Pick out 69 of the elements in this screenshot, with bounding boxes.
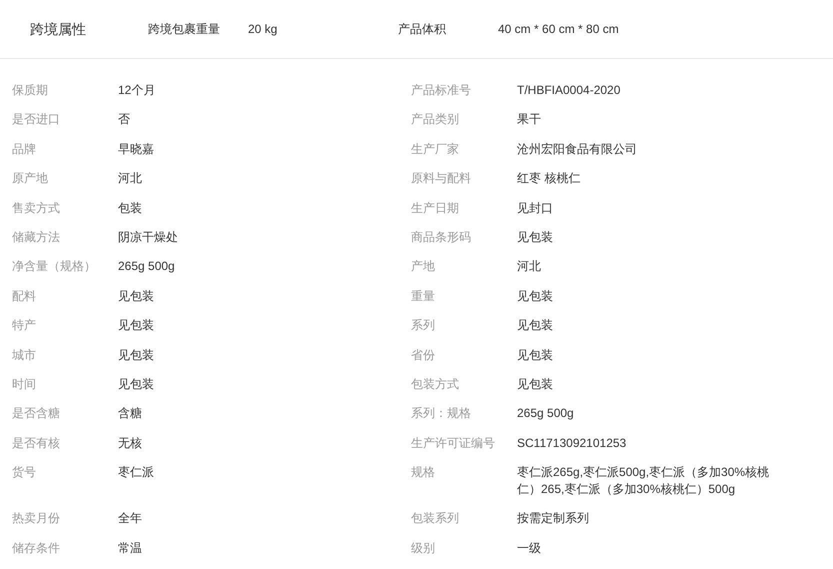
attribute-label: 生产许可证编号 [411,434,496,452]
attribute-label: 产品标准号 [411,82,472,99]
attribute-label: 系列 [411,317,436,334]
attribute-value: SC11713092101253 [517,434,628,452]
attribute-label: 产地 [411,258,436,276]
attribute-value: T/HBFIA0004-2020 [517,82,622,99]
attribute-value: 265g 500g [517,405,575,422]
attribute-label: 商品条形码 [411,228,472,246]
attribute-value: 含糖 [118,405,143,422]
attribute-value: 见包装 [118,288,155,305]
attribute-label: 净含量（规格） [12,258,97,276]
cross-border-label: 产品体积 [398,21,447,38]
attribute-label: 重量 [411,288,436,305]
attribute-value: 早晓嘉 [118,140,155,158]
attribute-value: 无核 [118,434,143,452]
attribute-value: 全年 [118,510,143,528]
attribute-label: 省份 [411,346,436,364]
attribute-label: 特产 [12,317,37,334]
attribute-value: 见包装 [118,376,155,393]
attribute-label: 规格 [411,464,436,482]
attribute-value: 见包装 [118,317,155,334]
attribute-label: 原产地 [12,170,49,188]
attribute-label: 包装系列 [411,510,460,528]
attribute-value: 沧州宏阳食品有限公司 [517,140,638,158]
attribute-label: 原料与配料 [411,170,472,188]
section-title: 跨境属性 [30,20,87,38]
attribute-value: 河北 [118,170,143,188]
attribute-label: 是否进口 [12,111,61,128]
attribute-value: 265g 500g [118,258,176,276]
attribute-label: 储存条件 [12,540,61,557]
attribute-label: 是否有核 [12,434,61,452]
attribute-label: 保质期 [12,82,49,99]
attribute-value: 否 [118,111,131,128]
attribute-value: 见封口 [517,200,554,217]
attribute-value: 红枣 核桃仁 [517,170,582,188]
attribute-label: 热卖月份 [12,510,61,528]
attribute-label: 品牌 [12,140,37,158]
attribute-value: 枣仁派265g,枣仁派500g,枣仁派（多加30%核桃仁）265,枣仁派（多加30%核桃仁）500g [517,464,770,498]
attribute-value: 见包装 [517,376,554,393]
attribute-value: 按需定制系列 [517,510,590,528]
attribute-value: 见包装 [118,346,155,364]
attribute-value: 包装 [118,200,143,217]
attribute-value: 常温 [118,540,143,557]
attribute-label: 储藏方法 [12,228,61,246]
attribute-value: 阴凉干燥处 [118,228,179,246]
attribute-label: 售卖方式 [12,200,61,217]
cross-border-value: 40 cm * 60 cm * 80 cm [498,21,619,38]
attribute-label: 时间 [12,376,37,393]
attribute-label: 配料 [12,288,37,305]
attribute-label: 包装方式 [411,376,460,393]
attribute-value: 见包装 [517,317,554,334]
attribute-label: 系列：规格 [411,405,472,422]
attribute-value: 一级 [517,540,542,557]
attribute-value: 见包装 [517,346,554,364]
attribute-label: 货号 [12,464,37,482]
attribute-label: 生产厂家 [411,140,460,158]
attribute-value: 12个月 [118,82,156,99]
attribute-label: 生产日期 [411,200,460,217]
attribute-value: 见包装 [517,228,554,246]
attribute-label: 级别 [411,540,436,557]
attribute-value: 果干 [517,111,542,128]
cross-border-label: 跨境包裹重量 [148,21,221,38]
attribute-label: 城市 [12,346,37,364]
attribute-value: 河北 [517,258,542,276]
cross-border-value: 20 kg [248,21,278,38]
attribute-label: 是否含糖 [12,405,61,422]
attribute-value: 枣仁派 [118,464,155,482]
attribute-label: 产品类别 [411,111,460,128]
attribute-value: 见包装 [517,288,554,305]
